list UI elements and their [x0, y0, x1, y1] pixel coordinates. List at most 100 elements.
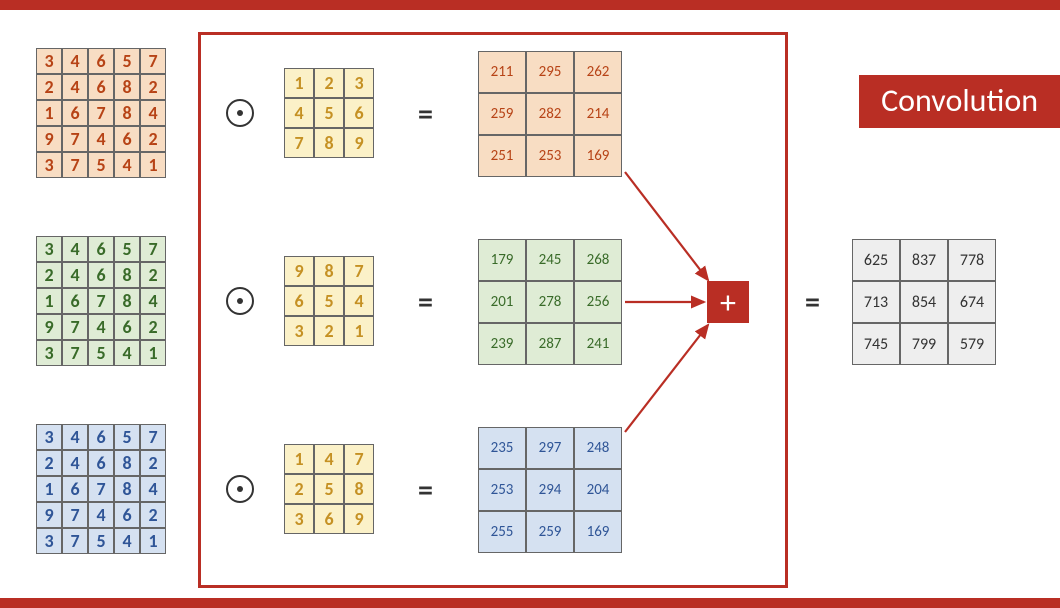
cell: 1 [284, 444, 314, 474]
cell: 6 [344, 98, 374, 128]
cell: 204 [574, 469, 622, 511]
cell: 1 [36, 100, 62, 126]
cell: 241 [574, 323, 622, 365]
cell: 3 [344, 68, 374, 98]
cell: 179 [478, 239, 526, 281]
cell: 259 [526, 511, 574, 553]
cell: 3 [36, 424, 62, 450]
cell: 4 [114, 340, 140, 366]
cell: 235 [478, 427, 526, 469]
cell: 169 [574, 135, 622, 177]
cell: 1 [140, 340, 166, 366]
cell: 3 [284, 504, 314, 534]
cell: 239 [478, 323, 526, 365]
cell: 7 [62, 502, 88, 528]
intermediate-3: 235297248253294204255259169 [478, 427, 622, 553]
cell: 3 [36, 528, 62, 554]
cell: 5 [114, 48, 140, 74]
cell: 7 [62, 152, 88, 178]
cell: 4 [344, 286, 374, 316]
cell: 4 [62, 450, 88, 476]
cell: 287 [526, 323, 574, 365]
cell: 7 [62, 126, 88, 152]
cell: 4 [314, 444, 344, 474]
cell: 6 [114, 314, 140, 340]
cell: 1 [36, 288, 62, 314]
intermediate-2: 179245268201278256239287241 [478, 239, 622, 365]
cell: 5 [114, 424, 140, 450]
cell: 9 [36, 314, 62, 340]
cell: 248 [574, 427, 622, 469]
cell: 262 [574, 51, 622, 93]
cell: 1 [344, 316, 374, 346]
cell: 5 [314, 474, 344, 504]
cell: 4 [88, 314, 114, 340]
cell: 268 [574, 239, 622, 281]
cell: 4 [114, 528, 140, 554]
cell: 6 [88, 74, 114, 100]
cell: 8 [114, 288, 140, 314]
cell: 2 [140, 74, 166, 100]
hadamard-op-2 [226, 287, 254, 315]
kernel-1: 123456789 [284, 68, 374, 158]
equals-3: = [418, 472, 433, 509]
cell: 8 [114, 74, 140, 100]
cell: 3 [284, 316, 314, 346]
cell: 2 [140, 262, 166, 288]
cell: 6 [88, 48, 114, 74]
cell: 2 [314, 68, 344, 98]
cell: 7 [284, 128, 314, 158]
cell: 1 [36, 476, 62, 502]
input-channel-2: 3465724682167849746237541 [36, 236, 166, 366]
cell: 169 [574, 511, 622, 553]
cell: 5 [314, 286, 344, 316]
cell: 259 [478, 93, 526, 135]
cell: 6 [114, 502, 140, 528]
cell: 9 [344, 504, 374, 534]
kernel-2: 987654321 [284, 256, 374, 346]
cell: 251 [478, 135, 526, 177]
cell: 5 [88, 528, 114, 554]
cell: 7 [344, 256, 374, 286]
sum-plus-box: + [707, 281, 749, 323]
cell: 6 [88, 424, 114, 450]
cell: 1 [140, 152, 166, 178]
input-channel-1: 3465724682167849746237541 [36, 48, 166, 178]
cell: 778 [948, 239, 996, 281]
cell: 3 [36, 152, 62, 178]
cell: 4 [62, 424, 88, 450]
cell: 6 [62, 476, 88, 502]
cell: 625 [852, 239, 900, 281]
equals-1: = [418, 96, 433, 133]
cell: 5 [88, 340, 114, 366]
cell: 7 [62, 340, 88, 366]
cell: 4 [140, 288, 166, 314]
cell: 7 [344, 444, 374, 474]
cell: 6 [314, 504, 344, 534]
cell: 7 [88, 100, 114, 126]
cell: 6 [88, 262, 114, 288]
cell: 5 [88, 152, 114, 178]
cell: 245 [526, 239, 574, 281]
cell: 4 [62, 74, 88, 100]
cell: 4 [62, 262, 88, 288]
title-badge: Convolution [859, 75, 1060, 128]
cell: 5 [114, 236, 140, 262]
cell: 211 [478, 51, 526, 93]
cell: 282 [526, 93, 574, 135]
cell: 4 [114, 152, 140, 178]
cell: 2 [314, 316, 344, 346]
cell: 2 [140, 450, 166, 476]
cell: 8 [114, 450, 140, 476]
cell: 7 [88, 476, 114, 502]
cell: 4 [62, 48, 88, 74]
intermediate-1: 211295262259282214251253169 [478, 51, 622, 177]
top-border-bar [0, 0, 1060, 10]
cell: 201 [478, 281, 526, 323]
cell: 297 [526, 427, 574, 469]
cell: 6 [284, 286, 314, 316]
cell: 2 [140, 314, 166, 340]
cell: 214 [574, 93, 622, 135]
cell: 2 [36, 74, 62, 100]
cell: 4 [284, 98, 314, 128]
